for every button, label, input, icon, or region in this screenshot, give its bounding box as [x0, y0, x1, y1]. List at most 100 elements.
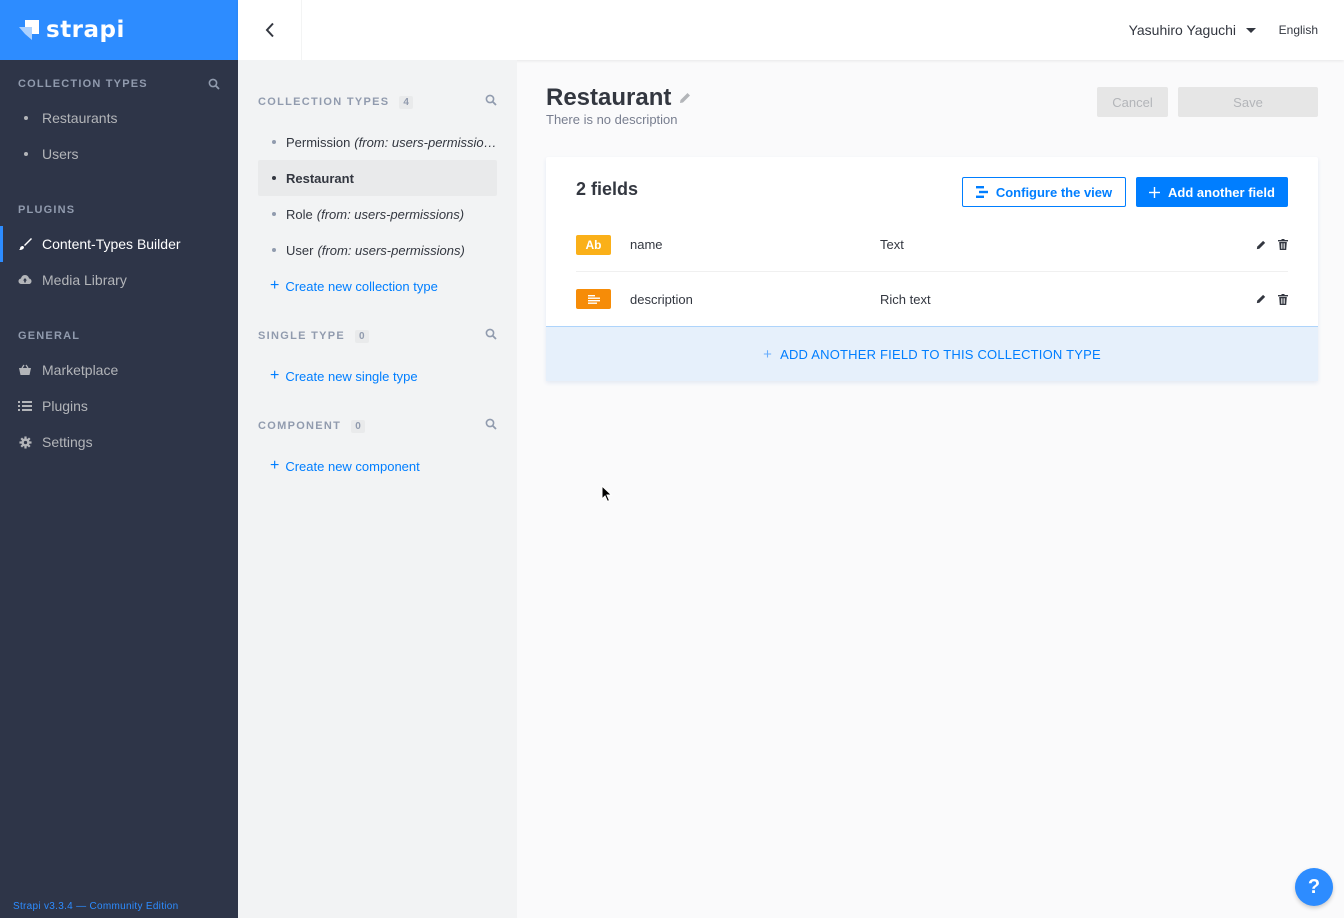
button-label: ADD ANOTHER FIELD TO THIS COLLECTION TYP… — [780, 346, 1101, 362]
subnav-item-restaurant[interactable]: Restaurant — [258, 160, 497, 196]
brand-name: strapi — [46, 17, 125, 43]
trash-icon[interactable] — [1278, 293, 1288, 305]
main-content: Restaurant There is no description Cance… — [517, 60, 1344, 918]
plus-icon: + — [763, 345, 773, 363]
count-badge: 4 — [399, 95, 413, 109]
field-actions — [1256, 239, 1288, 250]
link-label: Create new component — [285, 458, 420, 474]
brand-header[interactable]: strapi — [0, 0, 238, 60]
component-section-heading: COMPONENT 0 — [258, 404, 497, 448]
bullet-icon — [24, 116, 28, 120]
search-icon[interactable] — [485, 94, 497, 106]
sidebar-item-plugins[interactable]: Plugins — [18, 388, 220, 424]
section-heading-label: COLLECTION TYPES — [258, 96, 390, 108]
version-footer[interactable]: Strapi v3.3.4 — Community Edition — [13, 901, 179, 912]
subnav-item-role[interactable]: Role (from: users-permissions) — [258, 196, 497, 232]
single-type-section-heading: SINGLE TYPE 0 — [258, 314, 497, 358]
sidebar-item-users[interactable]: Users — [18, 136, 220, 172]
count-badge: 0 — [351, 419, 365, 433]
search-icon[interactable] — [485, 328, 497, 340]
pencil-icon[interactable] — [679, 92, 691, 104]
chevron-left-icon — [265, 22, 274, 38]
bullet-icon — [272, 140, 276, 144]
subnav-item-name: User — [286, 242, 314, 258]
rich-text-field-icon — [576, 289, 611, 309]
create-collection-type-link[interactable]: + Create new collection type — [258, 268, 497, 304]
section-heading-label: SINGLE TYPE — [258, 330, 346, 342]
strapi-logo-icon — [19, 20, 39, 40]
button-label: Add another field — [1168, 184, 1275, 200]
bullet-icon — [24, 152, 28, 156]
pencil-icon[interactable] — [1256, 294, 1266, 304]
list-icon — [18, 399, 32, 413]
gear-icon — [18, 435, 32, 449]
button-label: Configure the view — [995, 184, 1113, 200]
field-type: Rich text — [880, 291, 931, 307]
create-component-link[interactable]: + Create new component — [258, 448, 497, 484]
sidebar-item-settings[interactable]: Settings — [18, 424, 220, 460]
general-heading: GENERAL — [18, 330, 81, 342]
search-icon[interactable] — [208, 78, 220, 90]
plus-icon: + — [270, 367, 280, 384]
trash-icon[interactable] — [1278, 239, 1288, 250]
bullet-icon — [272, 176, 276, 180]
sidebar-item-restaurants[interactable]: Restaurants — [18, 100, 220, 136]
cloud-icon — [18, 273, 32, 287]
text-field-icon: Ab — [576, 234, 611, 255]
subnav-item-permission[interactable]: Permission (from: users-permissio… — [258, 124, 497, 160]
plus-icon — [1149, 186, 1161, 198]
brush-icon — [18, 237, 32, 251]
fields-count: 2 fields — [576, 179, 639, 199]
save-button[interactable]: Save — [1178, 87, 1318, 117]
field-row-description[interactable]: description Rich text — [576, 272, 1288, 326]
sidebar-item-label: Marketplace — [42, 362, 119, 378]
bullet-icon — [272, 212, 276, 216]
help-button[interactable]: ? — [1295, 868, 1333, 906]
field-name: name — [630, 237, 663, 252]
cancel-button[interactable]: Cancel — [1097, 87, 1168, 117]
sidebar-item-label: Users — [42, 146, 79, 162]
page-title: Restaurant — [546, 84, 691, 112]
caret-down-icon — [1246, 27, 1256, 33]
sidebar-item-label: Plugins — [42, 398, 88, 414]
language-selector[interactable]: English — [1279, 0, 1318, 60]
sidebar-item-media-library[interactable]: Media Library — [18, 262, 220, 298]
plus-icon: + — [270, 457, 280, 474]
left-navigation: strapi COLLECTION TYPES Restaurants User… — [0, 0, 238, 918]
sidebar-item-content-types-builder[interactable]: Content-Types Builder — [0, 226, 220, 262]
top-header: Yasuhiro Yaguchi English — [238, 0, 1344, 60]
sidebar-item-label: Media Library — [42, 272, 127, 288]
sidebar-item-marketplace[interactable]: Marketplace — [18, 352, 220, 388]
collection-types-heading: COLLECTION TYPES — [18, 74, 220, 94]
subnav-item-origin: (from: users-permissions) — [317, 242, 465, 258]
sidebar-item-label: Content-Types Builder — [42, 236, 181, 252]
subnav-item-user[interactable]: User (from: users-permissions) — [258, 232, 497, 268]
subnav-item-name: Permission — [286, 134, 351, 150]
layout-icon — [975, 186, 988, 198]
count-badge: 0 — [355, 329, 369, 343]
mouse-cursor-icon — [601, 485, 613, 503]
subnav-item-name: Restaurant — [286, 170, 354, 186]
configure-view-button[interactable]: Configure the view — [962, 177, 1126, 207]
back-button[interactable] — [238, 0, 302, 60]
section-heading-label: COMPONENT — [258, 420, 342, 432]
pencil-icon[interactable] — [1256, 240, 1266, 250]
field-name: description — [630, 291, 693, 307]
page-title-text: Restaurant — [546, 84, 672, 111]
user-name: Yasuhiro Yaguchi — [1128, 22, 1236, 38]
plugins-heading: PLUGINS — [18, 204, 76, 216]
search-icon[interactable] — [485, 418, 497, 430]
link-label: Create new collection type — [285, 278, 438, 294]
sidebar-item-label: Restaurants — [42, 110, 118, 126]
link-label: Create new single type — [285, 368, 418, 384]
add-another-field-button[interactable]: Add another field — [1136, 177, 1288, 207]
field-row-name[interactable]: Ab name Text — [576, 218, 1288, 272]
sidebar-item-label: Settings — [42, 434, 93, 450]
field-actions — [1256, 293, 1288, 305]
plus-icon: + — [270, 277, 280, 294]
create-single-type-link[interactable]: + Create new single type — [258, 358, 497, 394]
user-menu[interactable]: Yasuhiro Yaguchi — [1129, 0, 1256, 60]
add-field-to-collection-type-button[interactable]: + ADD ANOTHER FIELD TO THIS COLLECTION T… — [546, 326, 1318, 381]
subnav-item-name: Role — [286, 206, 313, 222]
field-type: Text — [880, 237, 904, 252]
